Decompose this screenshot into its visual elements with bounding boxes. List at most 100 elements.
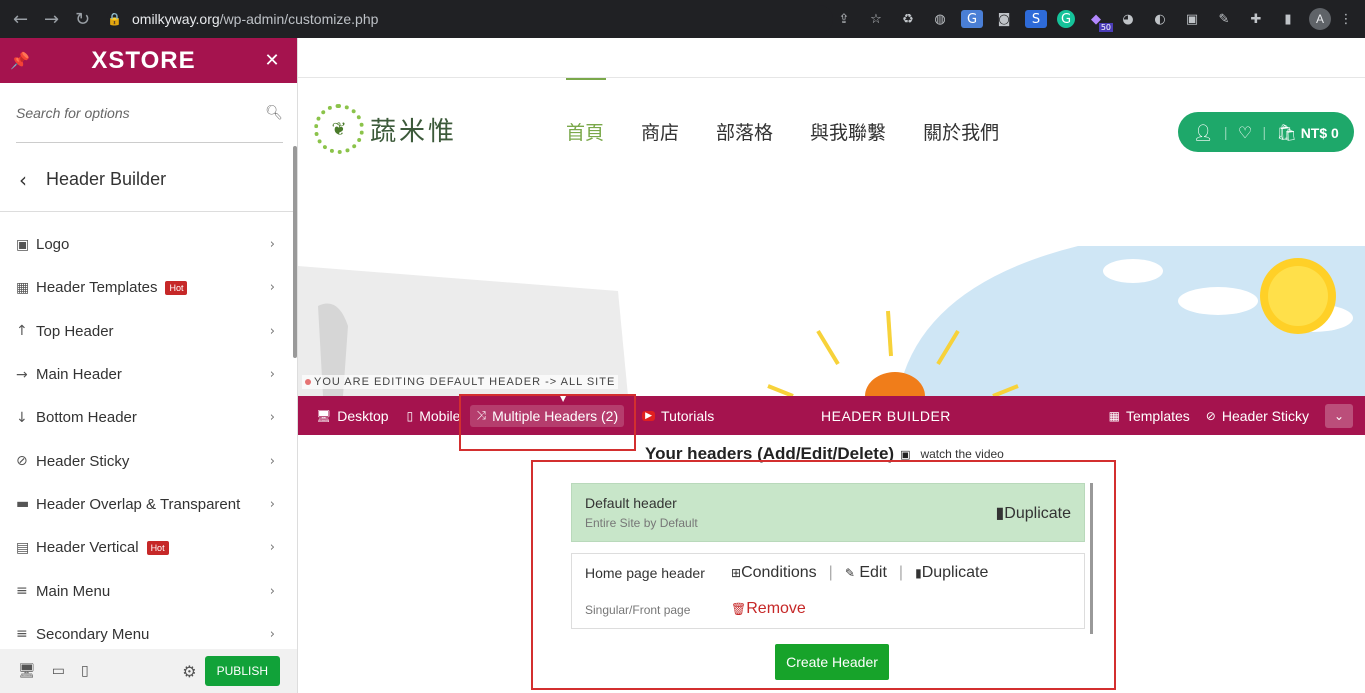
header-sticky-button[interactable]: ⊘ Header Sticky bbox=[1206, 408, 1309, 424]
chevron-right-icon: › bbox=[269, 626, 275, 642]
sidebar-header: 📌 XSTORE ✕ bbox=[0, 38, 297, 83]
nav-item-shop[interactable]: 商店 bbox=[641, 118, 679, 145]
address-bar[interactable]: 🔒 omilkyway.org /wp-admin/customize.php bbox=[107, 5, 833, 33]
sidebar-item-bottom-header[interactable]: ↓ Bottom Header › bbox=[0, 396, 297, 439]
sidebar-scrollbar[interactable] bbox=[293, 146, 297, 358]
sidebar-item-header-overlap[interactable]: ▬ Header Overlap & Transparent › bbox=[0, 483, 297, 526]
extension-bar: ⇪ ☆ ♻ ◍ G ◙ S G ◆ 50 ◕ ◐ ▣ ✎ ✚ ▮ A ⋮ bbox=[833, 8, 1365, 32]
extension-badge-icon[interactable]: ◆ 50 bbox=[1085, 10, 1113, 32]
extension-s2-icon[interactable]: ◐ bbox=[1149, 10, 1171, 28]
youtube-icon: ▶ bbox=[642, 410, 656, 421]
extension-camera-icon[interactable]: ◙ bbox=[993, 10, 1015, 28]
search-input[interactable]: Search for options 🔍︎ bbox=[16, 83, 283, 143]
share-icon[interactable]: ⇪ bbox=[833, 10, 855, 28]
extension-globe-icon[interactable]: ◍ bbox=[929, 10, 951, 28]
site-logo[interactable]: ❦ 蔬米惟 bbox=[314, 104, 457, 154]
sidebar-item-header-templates[interactable]: ▦ Header Templates Hot › bbox=[0, 266, 297, 309]
sidebar-item-header-vertical[interactable]: ▤ Header Vertical Hot › bbox=[0, 526, 297, 569]
top-strip bbox=[298, 38, 1365, 78]
cart-amount: NT$ 0 bbox=[1300, 124, 1339, 141]
back-arrow-icon[interactable]: ← bbox=[10, 8, 31, 30]
tablet-preview-icon[interactable]: ▭ bbox=[52, 663, 65, 679]
chevron-right-icon: › bbox=[269, 237, 275, 253]
close-icon[interactable]: ✕ bbox=[247, 50, 297, 71]
extension-color-icon[interactable]: ◕ bbox=[1117, 10, 1139, 28]
paperclip-icon: ⊘ bbox=[16, 453, 28, 470]
paperclip-icon: ⊘ bbox=[1205, 408, 1216, 423]
heart-icon[interactable]: ♡ bbox=[1238, 123, 1252, 142]
header-builder-title: HEADER BUILDER bbox=[821, 407, 951, 424]
extension-translate-icon[interactable]: G bbox=[961, 10, 983, 28]
forward-arrow-icon[interactable]: → bbox=[41, 8, 62, 30]
sidebar-item-label: Main Menu bbox=[36, 582, 111, 600]
search-placeholder: Search for options bbox=[16, 104, 130, 121]
kebab-menu-icon[interactable]: ⋮ bbox=[1340, 10, 1353, 28]
chevron-right-icon: › bbox=[269, 323, 275, 339]
search-icon[interactable]: 🔍︎ bbox=[265, 105, 283, 121]
highlight-multiple-headers bbox=[459, 394, 636, 451]
sidebar-item-header-sticky[interactable]: ⊘ Header Sticky › bbox=[0, 439, 297, 482]
sidebar-item-label: Header Sticky bbox=[36, 452, 130, 470]
hero-banner-image bbox=[298, 246, 1365, 396]
puzzle-icon[interactable]: ✚ bbox=[1245, 10, 1267, 28]
nav-item-about[interactable]: 關於我們 bbox=[923, 118, 999, 145]
sidebar-footer: 🖥︎ ▭ ▯ ⚙ PUBLISH bbox=[0, 649, 297, 693]
sidebar-item-label: Header Templates bbox=[36, 279, 158, 297]
grid-icon: ▦ bbox=[1108, 408, 1120, 423]
nav-item-home[interactable]: 首頁 bbox=[566, 118, 604, 145]
nav-item-blog[interactable]: 部落格 bbox=[716, 118, 773, 145]
back-chevron-icon[interactable]: ‹ bbox=[0, 168, 46, 192]
arrow-right-icon: → bbox=[16, 366, 28, 383]
sidebar-item-top-header[interactable]: ↑ Top Header › bbox=[0, 310, 297, 353]
header-sticky-label: Header Sticky bbox=[1221, 407, 1309, 424]
mobile-preview-icon[interactable]: ▯ bbox=[81, 663, 89, 679]
lock-icon: 🔒 bbox=[107, 12, 122, 26]
document-icon: ▤ bbox=[16, 539, 30, 556]
user-icon[interactable]: 👤︎ bbox=[1193, 123, 1213, 142]
chevron-right-icon: › bbox=[269, 496, 275, 512]
account-cart-pill: 👤︎ | ♡ | 🛍︎ NT$ 0 bbox=[1178, 112, 1354, 152]
url-path: /wp-admin/customize.php bbox=[219, 11, 379, 27]
desktop-preview-icon[interactable]: 🖥︎ bbox=[18, 663, 36, 679]
mobile-icon: ▯ bbox=[406, 408, 414, 423]
cart-button[interactable]: 🛍︎ NT$ 0 bbox=[1276, 123, 1338, 142]
sidepanel-icon[interactable]: ▮ bbox=[1277, 10, 1299, 28]
extension-screen-icon[interactable]: ▣ bbox=[1181, 10, 1203, 28]
mobile-tab-label: Mobile bbox=[419, 407, 461, 424]
pin-icon[interactable]: 📌 bbox=[0, 51, 40, 70]
image-icon: ▣ bbox=[16, 236, 30, 253]
extension-badge-count: 50 bbox=[1098, 23, 1113, 32]
sidebar-item-label: Logo bbox=[36, 236, 70, 254]
publish-button[interactable]: PUBLISH bbox=[204, 656, 280, 686]
profile-avatar[interactable]: A bbox=[1309, 8, 1331, 30]
chevron-right-icon: › bbox=[269, 280, 275, 296]
sidebar-item-logo[interactable]: ▣ Logo › bbox=[0, 223, 297, 266]
sidebar-item-main-header[interactable]: → Main Header › bbox=[0, 353, 297, 396]
chevron-down-icon[interactable]: ⌄ bbox=[1325, 403, 1353, 428]
reload-icon[interactable]: ↻ bbox=[72, 8, 93, 30]
menu-icon: ≡ bbox=[16, 626, 28, 643]
grid-icon: ▦ bbox=[16, 279, 30, 296]
sidebar-item-label: Secondary Menu bbox=[36, 625, 150, 643]
sidebar-item-main-menu[interactable]: ≡ Main Menu › bbox=[0, 569, 297, 612]
gear-icon[interactable]: ⚙ bbox=[182, 662, 196, 681]
shopping-bag-icon: 🛍︎ bbox=[1276, 122, 1297, 142]
header-builder-actions: ▦ Templates ⊘ Header Sticky ⌄ bbox=[1093, 403, 1365, 428]
tutorials-link[interactable]: ▶ Tutorials bbox=[642, 408, 714, 424]
sidebar-item-label: Main Header bbox=[36, 366, 122, 384]
extension-s-icon[interactable]: S bbox=[1025, 10, 1047, 28]
extension-pen-icon[interactable]: ✎ bbox=[1213, 10, 1235, 28]
hot-badge: Hot bbox=[146, 540, 169, 555]
grammarly-icon[interactable]: G bbox=[1057, 10, 1075, 28]
section-title: Header Builder bbox=[46, 169, 167, 189]
watch-video-link[interactable]: watch the video bbox=[920, 447, 1003, 461]
extension-recycle-icon[interactable]: ♻ bbox=[897, 10, 919, 28]
templates-button[interactable]: ▦ Templates bbox=[1109, 408, 1190, 424]
bookmark-star-icon[interactable]: ☆ bbox=[865, 10, 887, 28]
desktop-tab[interactable]: 🖥︎ Desktop bbox=[316, 408, 389, 424]
tutorials-label: Tutorials bbox=[661, 407, 715, 424]
nav-item-contact[interactable]: 與我聯繫 bbox=[810, 118, 886, 145]
mobile-tab[interactable]: ▯ Mobile bbox=[407, 408, 461, 424]
customizer-sidebar: 📌 XSTORE ✕ Search for options 🔍︎ ‹ Heade… bbox=[0, 38, 298, 693]
site-preview: ❦ 蔬米惟 首頁 商店 部落格 與我聯繫 關於我們 👤︎ | ♡ | 🛍︎ NT… bbox=[298, 38, 1365, 693]
